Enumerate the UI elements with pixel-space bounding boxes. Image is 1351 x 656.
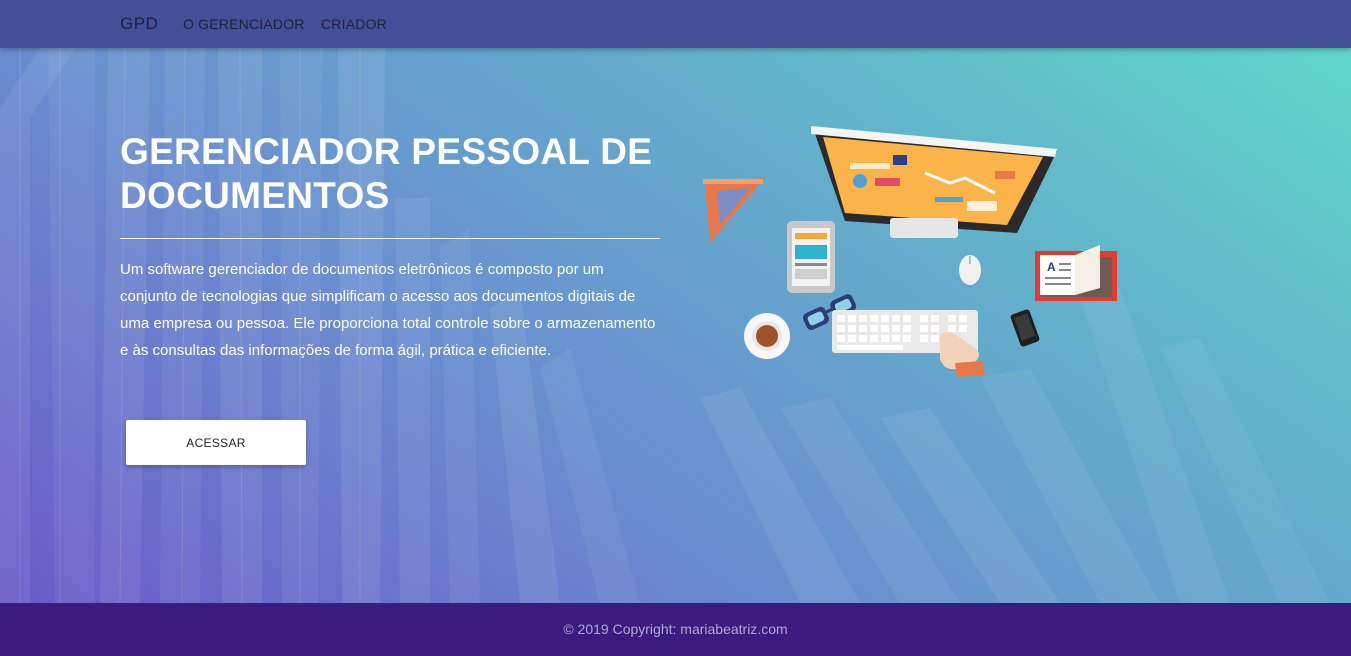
page-title: GERENCIADOR PESSOAL DE DOCUMENTOS bbox=[120, 131, 653, 216]
acessar-button[interactable]: ACESSAR bbox=[126, 420, 306, 465]
copyright-text: © 2019 Copyright: mariabeatriz.com bbox=[563, 621, 788, 637]
tablet-icon bbox=[787, 221, 835, 293]
brand-logo[interactable]: GPD bbox=[120, 14, 158, 34]
title-divider bbox=[120, 238, 660, 239]
book-icon: A bbox=[1035, 245, 1117, 301]
hero-description: Um software gerenciador de documentos el… bbox=[120, 261, 656, 359]
mouse-icon bbox=[959, 255, 981, 285]
hero-section: GERENCIADOR PESSOAL DE DOCUMENTOS Um sof… bbox=[0, 48, 1351, 603]
ruler-triangle-icon bbox=[703, 178, 765, 243]
page-footer: © 2019 Copyright: mariabeatriz.com bbox=[0, 603, 1351, 656]
monitor-icon bbox=[811, 126, 1057, 238]
nav-link-gerenciador[interactable]: O GERENCIADOR bbox=[183, 16, 305, 32]
nav-link-criador[interactable]: CRIADOR bbox=[321, 16, 387, 32]
coffee-cup-icon bbox=[744, 313, 790, 359]
office-illustration: A bbox=[703, 126, 1117, 377]
smartphone-icon bbox=[1010, 309, 1040, 347]
top-navbar: GPD O GERENCIADOR CRIADOR bbox=[0, 0, 1351, 48]
svg-text:A: A bbox=[1047, 260, 1056, 274]
